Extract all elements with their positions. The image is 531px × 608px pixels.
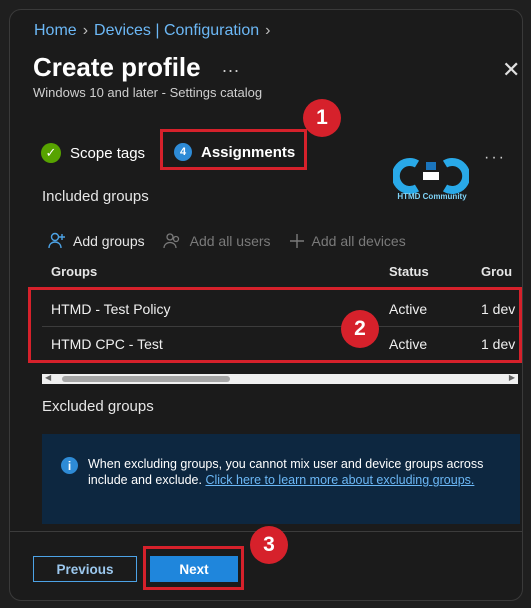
scrollbar-thumb[interactable]	[62, 376, 230, 382]
breadcrumb-home[interactable]: Home	[34, 22, 77, 39]
column-header-groups[interactable]: Groups	[51, 264, 97, 279]
add-all-devices-label: Add all devices	[311, 233, 406, 249]
learn-more-link[interactable]: Click here to learn more about excluding…	[205, 473, 474, 487]
horizontal-scrollbar[interactable]: ◀ ▶	[42, 373, 518, 384]
assignment-toolbar: Add groups Add all users Add all devices	[48, 232, 424, 250]
create-profile-panel: Home › Devices | Configuration › Create pro…	[9, 9, 523, 601]
step-scope-tags[interactable]: ✓ Scope tags	[41, 143, 145, 163]
previous-button[interactable]: Previous	[33, 556, 137, 582]
more-options-icon[interactable]: ...	[222, 56, 240, 77]
annotation-badge-3: 3	[250, 526, 288, 564]
step-scope-tags-label: Scope tags	[70, 144, 146, 162]
add-all-users-label: Add all users	[189, 233, 271, 249]
annotation-box-2	[28, 287, 522, 363]
close-icon[interactable]: ✕	[502, 57, 520, 83]
included-groups-heading: Included groups	[42, 188, 149, 205]
checkmark-icon: ✓	[41, 143, 61, 163]
more-options-icon[interactable]: ···	[484, 149, 506, 167]
chevron-right-icon: ›	[82, 22, 89, 39]
plus-icon	[289, 233, 305, 249]
breadcrumb-devices-configuration[interactable]: Devices | Configuration	[94, 22, 259, 39]
page-title: Create profile	[33, 52, 201, 82]
page-subtitle: Windows 10 and later - Settings catalog	[33, 85, 263, 100]
column-header-status[interactable]: Status	[389, 264, 429, 279]
annotation-badge-1: 1	[303, 99, 341, 137]
annotation-box-1	[160, 129, 307, 170]
annotation-badge-2: 2	[341, 310, 379, 348]
add-all-users-button[interactable]: Add all users	[162, 232, 271, 250]
excluded-groups-heading: Excluded groups	[42, 398, 154, 415]
add-all-devices-button[interactable]: Add all devices	[289, 233, 406, 249]
column-header-group-type[interactable]: Grou	[481, 264, 512, 279]
logo-caption: HTMD Community	[397, 192, 467, 201]
chevron-right-icon: ›	[265, 22, 271, 39]
add-user-icon	[48, 232, 66, 250]
breadcrumb: Home › Devices | Configuration ›	[34, 22, 276, 40]
info-banner: i When excluding groups, you cannot mix …	[42, 434, 520, 524]
scroll-right-icon[interactable]: ▶	[509, 373, 515, 382]
users-icon	[162, 232, 183, 250]
info-message: When excluding groups, you cannot mix us…	[88, 456, 508, 488]
add-groups-label: Add groups	[73, 233, 145, 249]
info-icon: i	[61, 457, 78, 474]
scroll-left-icon[interactable]: ◀	[45, 373, 51, 382]
annotation-box-3	[143, 546, 244, 590]
add-groups-button[interactable]: Add groups	[48, 232, 145, 250]
